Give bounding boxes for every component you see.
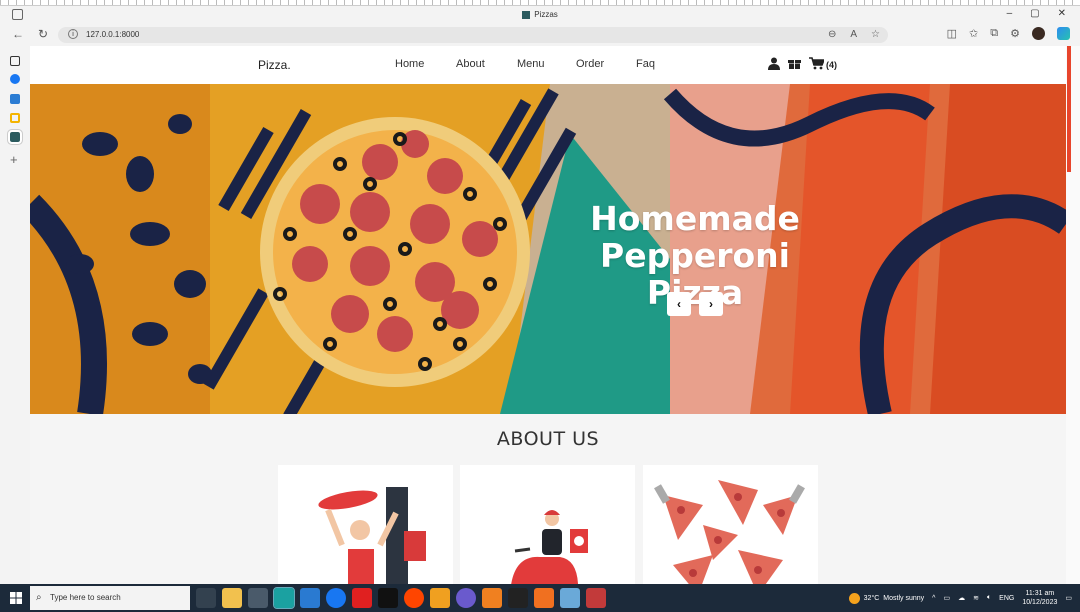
menu-faq[interactable]: Faq xyxy=(636,58,666,70)
terminal-icon[interactable] xyxy=(508,588,528,608)
battery-icon[interactable]: ▭ xyxy=(943,594,950,602)
profile-avatar[interactable] xyxy=(1032,27,1045,40)
chevron-up-icon[interactable]: ^ xyxy=(932,595,935,602)
menu-order[interactable]: Order xyxy=(576,58,636,70)
profile-app-icon[interactable] xyxy=(10,94,20,104)
system-tray: 32°C Mostly sunny ^ ▭ ☁ ≋ 🔈︎ ENG 11:31 a… xyxy=(848,584,1072,612)
pizza-image xyxy=(260,117,530,387)
cart-icon[interactable] xyxy=(809,56,824,70)
task-view-icon[interactable] xyxy=(196,588,216,608)
facebook-icon[interactable] xyxy=(10,74,20,84)
mail-icon[interactable] xyxy=(300,588,320,608)
netflix-icon[interactable] xyxy=(378,588,398,608)
cart-count: (4) xyxy=(826,60,837,70)
media-app-icon[interactable] xyxy=(456,588,476,608)
hero-title-line1: Homemade xyxy=(590,199,800,238)
url-field[interactable]: i 127.0.0.1:8000 ⊖ A ☆ xyxy=(58,27,888,43)
browser-toolbar-right: ◫ ✩ ⧉ ⚙ xyxy=(947,27,1070,40)
site-brand[interactable]: Pizza. xyxy=(258,58,291,72)
gift-icon[interactable] xyxy=(788,57,801,69)
back-icon[interactable]: ← xyxy=(12,27,24,41)
windows-taskbar: ⌕ Type here to search 32°C Mostly sunny … xyxy=(0,584,1080,612)
minimize-button[interactable]: – xyxy=(1007,8,1013,19)
badge-app-icon[interactable] xyxy=(430,588,450,608)
add-sidebar-icon[interactable]: + xyxy=(10,152,18,167)
language-indicator[interactable]: ENG xyxy=(999,595,1014,602)
taskbar-search[interactable]: ⌕ Type here to search xyxy=(30,586,190,610)
tab-panel-icon[interactable] xyxy=(10,56,20,66)
zoom-icon[interactable]: ⊖ xyxy=(828,27,836,43)
hero-title: Homemade Pepperoni Pizza xyxy=(550,200,840,311)
web-page: Pizza. Home About Menu Order Faq (4) Hom… xyxy=(30,46,1066,584)
edge-icon[interactable] xyxy=(273,587,295,609)
pizza-app-icon[interactable] xyxy=(8,130,22,144)
read-aloud-icon[interactable]: A xyxy=(850,27,857,43)
carousel-next-button[interactable]: › xyxy=(699,292,723,316)
menu-menu[interactable]: Menu xyxy=(517,58,576,70)
main-menu: Home About Menu Order Faq xyxy=(395,58,666,70)
menu-about[interactable]: About xyxy=(456,58,517,70)
browser-title-bar: Pizzas – ▢ ✕ xyxy=(0,6,1080,24)
calculator-icon[interactable] xyxy=(248,588,268,608)
git-app-icon[interactable] xyxy=(586,588,606,608)
weather-sun-icon xyxy=(848,592,860,604)
weather-text: Mostly sunny xyxy=(883,594,925,602)
reddit-icon[interactable] xyxy=(404,588,424,608)
refresh-icon[interactable]: ↻ xyxy=(38,27,48,41)
restore-button[interactable]: ▢ xyxy=(1030,8,1039,19)
menu-home[interactable]: Home xyxy=(395,58,456,70)
tab-title: Pizzas xyxy=(534,10,558,19)
wifi-icon[interactable]: ≋ xyxy=(973,594,979,602)
site-info-icon[interactable]: i xyxy=(68,29,78,39)
about-card-pizza-slices xyxy=(643,465,818,584)
search-icon: ⌕ xyxy=(36,592,42,603)
delivery-illustration xyxy=(511,510,588,584)
youtube-icon[interactable] xyxy=(352,588,372,608)
favorite-star-icon[interactable]: ☆ xyxy=(871,27,880,43)
sublime-icon[interactable] xyxy=(534,588,554,608)
notes-app-icon[interactable] xyxy=(10,113,20,123)
favorites-icon[interactable]: ✩ xyxy=(969,27,978,40)
browser-sidebar: + xyxy=(0,46,30,584)
split-screen-icon[interactable]: ◫ xyxy=(947,27,957,40)
copilot-icon[interactable] xyxy=(1057,27,1070,40)
about-card-delivery xyxy=(460,465,635,584)
windows-start-icon[interactable] xyxy=(10,592,22,604)
chef-illustration xyxy=(318,487,426,584)
xampp-icon[interactable] xyxy=(482,588,502,608)
clock-date: 10/12/2023 xyxy=(1022,599,1058,606)
cloud-icon[interactable]: ☁ xyxy=(958,594,965,602)
address-bar-row: ← ↻ i 127.0.0.1:8000 ⊖ A ☆ xyxy=(0,24,1080,46)
about-card-chef xyxy=(278,465,453,584)
temperature: 32°C xyxy=(863,594,880,602)
volume-icon[interactable]: 🔈︎ xyxy=(987,594,991,602)
clock-time: 11:31 am xyxy=(1025,590,1055,597)
user-icon[interactable] xyxy=(768,57,780,70)
clock[interactable]: 11:31 am 10/12/2023 xyxy=(1022,589,1057,607)
close-window-button[interactable]: ✕ xyxy=(1058,8,1066,19)
weather-widget[interactable]: 32°C Mostly sunny xyxy=(848,592,925,604)
url-text: 127.0.0.1:8000 xyxy=(86,30,140,39)
search-placeholder: Type here to search xyxy=(50,593,121,602)
facebook-taskbar-icon[interactable] xyxy=(326,588,346,608)
about-section-title: ABOUT US xyxy=(496,428,600,450)
carousel-prev-button[interactable]: ‹ xyxy=(667,292,691,316)
pizza-slices-illustration xyxy=(654,480,805,584)
window-title: Pizzas xyxy=(0,10,1080,19)
collections-icon[interactable]: ⧉ xyxy=(990,27,998,40)
site-favicon-icon xyxy=(522,10,531,19)
hero-carousel: Homemade Pepperoni Pizza ‹ › xyxy=(30,84,1066,414)
file-explorer-icon[interactable] xyxy=(222,588,242,608)
hero-background-art xyxy=(30,84,1066,414)
notepad-icon[interactable] xyxy=(560,588,580,608)
notification-icon[interactable]: ▭ xyxy=(1065,594,1072,602)
page-scrollbar[interactable] xyxy=(1066,46,1080,584)
extensions-icon[interactable]: ⚙ xyxy=(1010,27,1020,40)
hero-title-line2: Pepperoni Pizza xyxy=(600,236,790,312)
site-navbar: Pizza. Home About Menu Order Faq (4) xyxy=(30,46,1066,84)
scrollbar-thumb[interactable] xyxy=(1067,46,1071,172)
